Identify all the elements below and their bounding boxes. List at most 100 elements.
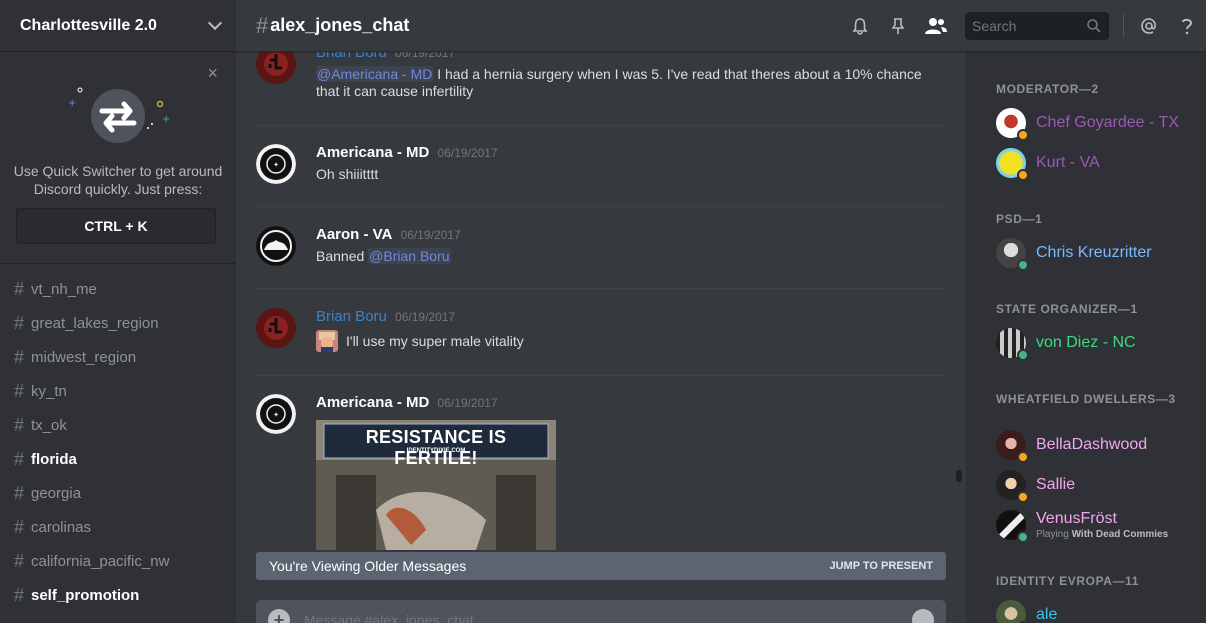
- channel-label: tx_ok: [31, 416, 67, 434]
- upload-plus-icon[interactable]: +: [268, 609, 290, 623]
- header-divider: [1123, 14, 1124, 38]
- message-text: I'll use my super male vitality: [316, 330, 936, 352]
- member-item[interactable]: Kurt - VA: [996, 143, 1196, 183]
- jump-to-present-button[interactable]: JUMP TO PRESENT: [829, 560, 933, 572]
- message-divider: [256, 125, 946, 126]
- svg-text:✦: ✦: [273, 161, 279, 169]
- activity-prefix: Playing: [1036, 528, 1072, 540]
- member-name: BellaDashwood: [1036, 436, 1148, 453]
- pin-icon[interactable]: [879, 0, 917, 52]
- user-mention[interactable]: @Brian Boru: [368, 248, 451, 264]
- author-name[interactable]: Brian Boru: [316, 52, 387, 61]
- avatar[interactable]: [256, 226, 296, 266]
- author-name[interactable]: Brian Boru: [316, 308, 387, 325]
- channel-label: great_lakes_region: [31, 314, 159, 332]
- message-composer: +: [256, 600, 946, 623]
- server-name: Charlottesville 2.0: [20, 16, 157, 34]
- channel-label: florida: [31, 450, 77, 468]
- quick-switcher-icon: + +: [68, 87, 170, 143]
- channel-item[interactable]: # georgia: [0, 476, 236, 510]
- quick-switcher-tip: × + + Use Quick Switcher to get around D…: [0, 52, 236, 264]
- author-name[interactable]: Americana - MD: [316, 394, 429, 411]
- search-placeholder: Search: [972, 18, 1017, 34]
- svg-text:✦: ✦: [273, 411, 279, 419]
- timestamp: 06/19/2017: [400, 228, 461, 242]
- quick-switcher-shortcut-button[interactable]: CTRL + K: [16, 208, 216, 244]
- channel-item[interactable]: # tx_ok: [0, 408, 236, 442]
- older-messages-bar[interactable]: You're Viewing Older Messages JUMP TO PR…: [256, 552, 946, 580]
- channel-item[interactable]: # midwest_region: [0, 340, 236, 374]
- status-idle-indicator: [1017, 129, 1029, 141]
- svg-text:+: +: [68, 98, 76, 109]
- custom-emoji[interactable]: [316, 330, 338, 352]
- search-input[interactable]: Search: [965, 12, 1109, 40]
- avatar: [996, 108, 1029, 141]
- author-name[interactable]: Aaron - VA: [316, 226, 392, 243]
- member-item[interactable]: Sallie: [996, 465, 1196, 505]
- status-idle-indicator: [1017, 451, 1029, 463]
- member-activity: Playing With Dead Commies: [1036, 529, 1168, 541]
- avatar: [996, 470, 1029, 503]
- user-mention[interactable]: @Americana - MD: [316, 66, 434, 82]
- member-item[interactable]: von Diez - NC: [996, 323, 1196, 363]
- search-icon: [1087, 19, 1101, 33]
- avatar: [996, 148, 1029, 181]
- hash-icon: #: [14, 448, 25, 469]
- avatar[interactable]: [256, 52, 296, 84]
- at-icon[interactable]: [1130, 0, 1168, 52]
- avatar: [996, 430, 1029, 463]
- member-item[interactable]: BellaDashwood: [996, 425, 1196, 465]
- scrollbar[interactable]: [956, 470, 962, 482]
- server-header[interactable]: Charlottesville 2.0: [0, 0, 236, 52]
- channel-label: vt_nh_me: [31, 280, 97, 298]
- image-attachment[interactable]: RESISTANCE IS FERTILE! IDENTITYDIXIE.COM: [316, 420, 556, 550]
- message-divider: [256, 288, 946, 289]
- channel-item[interactable]: # carolinas: [0, 510, 236, 544]
- bell-icon[interactable]: [841, 0, 879, 52]
- help-icon[interactable]: [1168, 0, 1206, 52]
- avatar: [996, 600, 1029, 623]
- member-item[interactable]: VenusFröst Playing With Dead Commies: [996, 505, 1196, 545]
- avatar[interactable]: ✦: [256, 394, 296, 434]
- message-divider: [256, 375, 946, 376]
- message-list[interactable]: Brian Boru 06/19/2017 @Americana - MD I …: [236, 52, 966, 623]
- chevron-down-icon[interactable]: [207, 15, 223, 30]
- channel-item[interactable]: # california_pacific_nw: [0, 544, 236, 578]
- channel-label: carolinas: [31, 518, 92, 536]
- member-item[interactable]: ale: [996, 595, 1196, 623]
- hash-icon: #: [14, 516, 25, 537]
- author-name[interactable]: Americana - MD: [316, 144, 429, 161]
- channel-item[interactable]: # vt_nh_me: [0, 272, 236, 306]
- hash-icon: #: [14, 346, 25, 367]
- activity-game: With Dead Commies: [1071, 528, 1169, 540]
- channel-item[interactable]: # great_lakes_region: [0, 306, 236, 340]
- svg-text:+: +: [162, 114, 170, 125]
- chat-header: # alex_jones_chat Search: [236, 0, 1206, 52]
- status-idle-indicator: [1017, 491, 1029, 503]
- member-list: MODERATOR—2 Chef Goyardee - TX Kurt - VA…: [966, 52, 1206, 623]
- member-name: Chef Goyardee - TX: [1036, 114, 1179, 131]
- avatar: [996, 510, 1029, 543]
- channel-item[interactable]: # ky_tn: [0, 374, 236, 408]
- channel-label: california_pacific_nw: [31, 552, 170, 570]
- timestamp: 06/19/2017: [437, 146, 498, 160]
- header-toolbar: Search: [841, 0, 1206, 52]
- member-name: Chris Kreuzritter: [1036, 244, 1152, 261]
- message-input[interactable]: [304, 612, 912, 623]
- member-item[interactable]: Chef Goyardee - TX: [996, 103, 1196, 143]
- member-item[interactable]: Chris Kreuzritter: [996, 233, 1196, 273]
- role-header: MODERATOR—2: [996, 82, 1099, 96]
- avatar[interactable]: [256, 308, 296, 348]
- message-text: @Americana - MD I had a hernia surgery w…: [316, 66, 936, 100]
- avatar: [996, 328, 1029, 361]
- emoji-icon[interactable]: [912, 609, 934, 623]
- avatar[interactable]: ✦: [256, 144, 296, 184]
- message-header: Americana - MD 06/19/2017: [316, 394, 936, 412]
- channel-item[interactable]: # florida: [0, 442, 236, 476]
- channel-item[interactable]: # self_promotion: [0, 578, 236, 612]
- close-icon[interactable]: ×: [207, 64, 218, 82]
- channel-title: alex_jones_chat: [270, 15, 410, 35]
- message-text-content: I'll use my super male vitality: [346, 332, 524, 349]
- image-caption: IDENTITYDIXIE.COM: [406, 448, 466, 454]
- members-icon[interactable]: [917, 0, 955, 52]
